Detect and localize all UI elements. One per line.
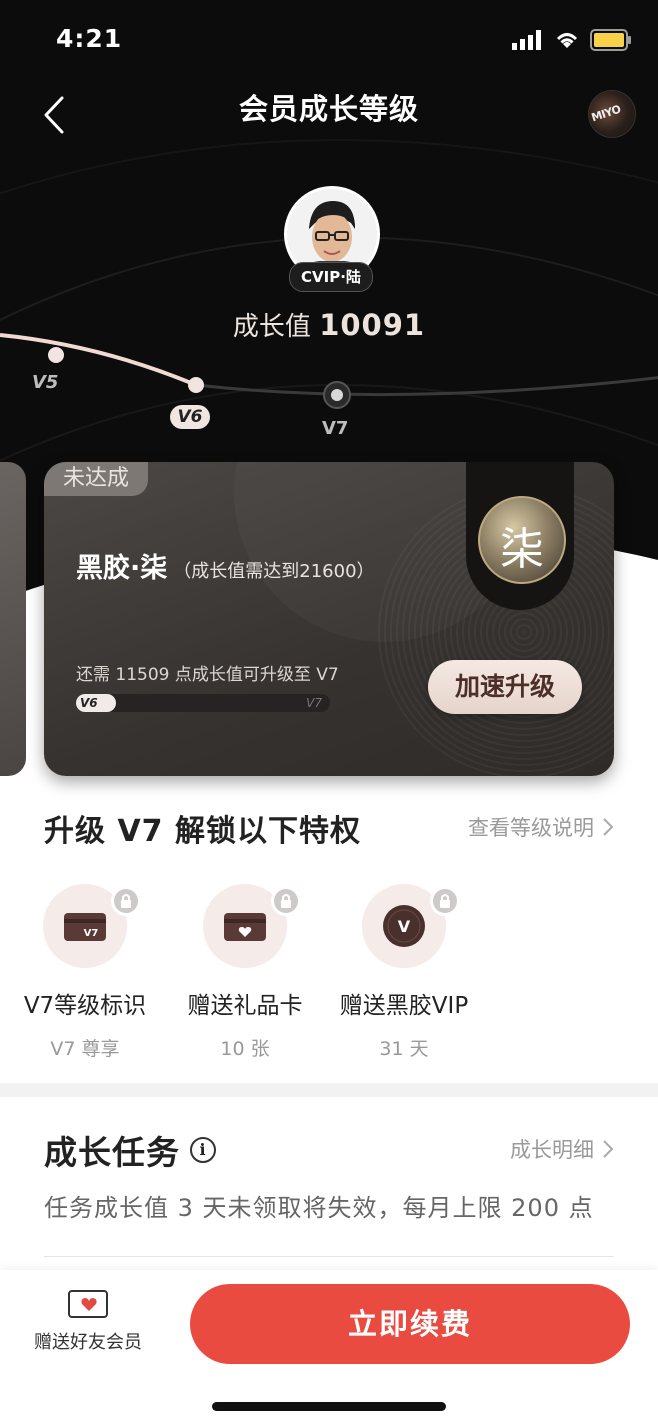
lock-icon (271, 886, 301, 916)
vip-badge: CVIP·陆 (289, 262, 373, 292)
gift-label: 赠送好友会员 (34, 1332, 142, 1353)
growth-detail-link[interactable]: 成长明细 (510, 1134, 614, 1164)
growth-detail-label: 成长明细 (510, 1138, 594, 1162)
user-avatar-button[interactable]: MIYO (588, 90, 636, 138)
privilege-item[interactable]: V7 V7等级标识 V7 尊享 (5, 884, 165, 1061)
progress-from: V6 (80, 696, 98, 710)
gift-icon (68, 1290, 108, 1318)
info-icon[interactable]: i (190, 1137, 216, 1163)
privilege-item[interactable]: 赠送礼品卡 10 张 (165, 884, 325, 1061)
privilege-sub: 31 天 (379, 1038, 429, 1060)
level-title: 黑胶·柒 (76, 553, 168, 584)
level-card[interactable]: 未达成 柒 黑胶·柒 （成长值需达到21600） 还需 11509 点成长值可升级… (44, 462, 614, 776)
wifi-icon (556, 33, 578, 48)
growth-label: 成长值 (232, 312, 311, 342)
growth-number: 10091 (319, 308, 426, 342)
level-label-v5: V5 (32, 372, 59, 393)
privilege-sub: 10 张 (220, 1038, 270, 1060)
level-label-v6: V6 (170, 405, 210, 429)
growth-value: 成长值 10091 (0, 306, 658, 343)
privilege-name: 赠送礼品卡 (187, 993, 303, 1019)
privilege-name: V7等级标识 (23, 993, 147, 1019)
previous-level-card[interactable] (0, 462, 26, 776)
level-card-icon-text: V7 (84, 928, 99, 939)
gift-friend-button[interactable]: 赠送好友会员 (20, 1290, 156, 1354)
privileges-title: 升级 V7 解锁以下特权 (44, 814, 361, 849)
gem-icon: 柒 (478, 496, 566, 584)
avatar-text: MIYO (589, 102, 623, 125)
level-info-link[interactable]: 查看等级说明 (468, 812, 614, 842)
level-node-v5 (48, 347, 64, 363)
home-indicator (212, 1402, 446, 1411)
lock-icon (111, 886, 141, 916)
speed-up-button[interactable]: 加速升级 (428, 660, 582, 714)
lock-icon (430, 886, 460, 916)
battery-icon (590, 29, 631, 51)
status-tag: 未达成 (44, 462, 148, 496)
level-requirement: （成长值需达到21600） (173, 561, 375, 582)
section-divider (0, 1083, 658, 1097)
upgrade-hint: 还需 11509 点成长值可升级至 V7 (76, 665, 339, 685)
tasks-header: 成长任务 i (44, 1126, 216, 1174)
gift-card-icon (224, 913, 266, 941)
page-title: 会员成长等级 (238, 92, 419, 126)
chevron-right-icon (603, 818, 614, 836)
status-time: 4:21 (56, 24, 123, 53)
tasks-title: 成长任务 (44, 1133, 180, 1172)
vinyl-vip-icon: V (383, 905, 425, 947)
level-name: 黑胶·柒 （成长值需达到21600） (76, 546, 375, 585)
vinyl-vip-icon-text: V (398, 917, 411, 936)
chevron-right-icon (603, 1140, 614, 1158)
privilege-sub: V7 尊享 (50, 1038, 120, 1060)
level-node-v6 (188, 377, 204, 393)
status-icons (512, 28, 632, 52)
level-info-label: 查看等级说明 (468, 816, 594, 840)
privilege-item[interactable]: V 赠送黑胶VIP 31 天 (324, 884, 484, 1061)
renew-button[interactable]: 立即续费 (190, 1284, 630, 1364)
tasks-description: 任务成长值 3 天未领取将失效，每月上限 200 点 (44, 1194, 594, 1222)
level-card-icon: V7 (64, 913, 106, 941)
privilege-name: 赠送黑胶VIP (339, 993, 469, 1019)
progress-to: V7 (306, 696, 322, 710)
gem-char: 柒 (500, 524, 544, 575)
progress-bar: V6 V7 (76, 694, 330, 712)
level-label-v7: V7 (322, 418, 349, 439)
signal-icon (512, 30, 541, 50)
divider (44, 1256, 614, 1257)
